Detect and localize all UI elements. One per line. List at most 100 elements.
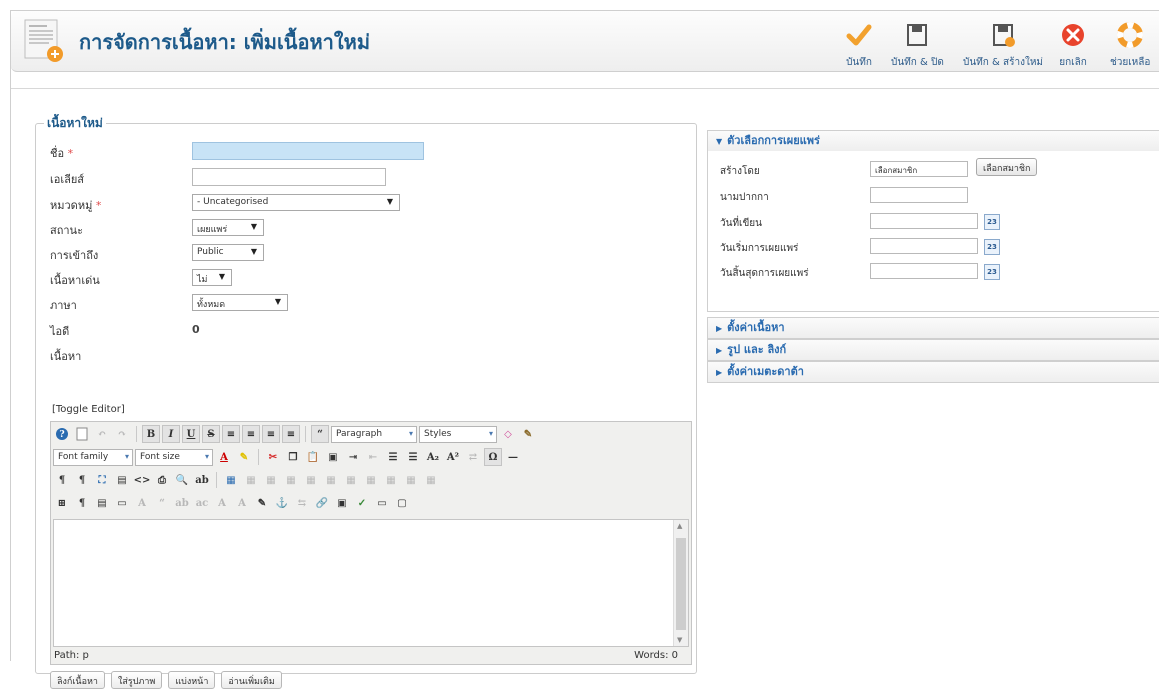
text-color-icon[interactable]: A: [215, 448, 233, 466]
paragraph-ltr-icon[interactable]: ¶: [53, 471, 71, 489]
unlink-icon[interactable]: ⇆: [293, 494, 311, 512]
table-icon[interactable]: ▦: [222, 471, 240, 489]
text-direction-icon[interactable]: ⇄: [464, 448, 482, 466]
blockquote-icon[interactable]: “: [311, 425, 329, 443]
split-cells-icon[interactable]: ▦: [422, 471, 440, 489]
publishing-options-header[interactable]: ▼ ตัวเลือกการเผยแพร่: [708, 131, 1159, 151]
anchor-icon[interactable]: ⚓: [273, 494, 291, 512]
code-icon[interactable]: <>: [133, 471, 151, 489]
scroll-up-icon[interactable]: ▲: [677, 522, 682, 530]
save-close-button[interactable]: บันทึก & ปิด: [891, 21, 944, 70]
find-icon[interactable]: 🔍: [173, 471, 191, 489]
scroll-down-icon[interactable]: ▼: [677, 636, 682, 644]
ins-icon[interactable]: A: [233, 494, 251, 512]
print-icon[interactable]: ⎙: [153, 471, 171, 489]
image-icon[interactable]: ▣: [333, 494, 351, 512]
table-row-props-icon[interactable]: ▦: [242, 471, 260, 489]
strikethrough-icon[interactable]: S: [202, 425, 220, 443]
align-left-icon[interactable]: ≡: [222, 425, 240, 443]
indent-icon[interactable]: ⇥: [344, 448, 362, 466]
language-select[interactable]: ทั้งหมด ▼: [192, 294, 288, 311]
undo-icon[interactable]: ↶: [93, 425, 111, 443]
preview-icon[interactable]: ▤: [113, 471, 131, 489]
redo-icon[interactable]: ↷: [113, 425, 131, 443]
cut-icon[interactable]: ✂: [264, 448, 282, 466]
font-family-select[interactable]: Font family ▾: [53, 448, 133, 466]
format-select[interactable]: Paragraph ▾: [331, 425, 417, 443]
show-blocks-icon[interactable]: ¶: [73, 494, 91, 512]
created-alias-input[interactable]: [870, 187, 968, 203]
publish-down-input[interactable]: [870, 263, 978, 279]
spellcheck-icon[interactable]: ✓: [353, 494, 371, 512]
scroll-thumb[interactable]: [676, 538, 686, 630]
subscript-icon[interactable]: A₂: [424, 448, 442, 466]
access-select[interactable]: Public ▼: [192, 244, 264, 261]
save-button[interactable]: บันทึก: [845, 21, 873, 70]
insert-image-button[interactable]: ใส่รูปภาพ: [110, 671, 163, 689]
insert-row-after-icon[interactable]: ▦: [302, 471, 320, 489]
content-settings-header[interactable]: ▶ ตั้งค่าเนื้อหา: [708, 318, 1159, 338]
title-input[interactable]: [192, 142, 424, 160]
images-links-header[interactable]: ▶ รูป และ ลิงก์: [708, 340, 1159, 360]
replace-icon[interactable]: ab: [193, 471, 211, 489]
horizontal-rule-icon[interactable]: —: [504, 448, 522, 466]
unordered-list-icon[interactable]: ☰: [404, 448, 422, 466]
created-by-input[interactable]: เลือกสมาชิก: [870, 161, 968, 177]
ordered-list-icon[interactable]: ☰: [384, 448, 402, 466]
article-link-button[interactable]: ลิงก์เนื้อหา: [50, 671, 105, 689]
styles-select[interactable]: Styles ▾: [419, 425, 497, 443]
delete-col-icon[interactable]: ▦: [382, 471, 400, 489]
special-char-icon[interactable]: Ω: [484, 448, 502, 466]
link-icon[interactable]: 🔗: [313, 494, 331, 512]
select-user-button[interactable]: เลือกสมาชิก: [976, 158, 1038, 176]
help-circle-icon[interactable]: ?: [53, 425, 71, 443]
insert-layer-icon[interactable]: ▭: [113, 494, 131, 512]
alias-input[interactable]: [192, 168, 386, 186]
featured-select[interactable]: ไม่ ▼: [192, 269, 232, 286]
calendar-icon[interactable]: 23: [984, 239, 1000, 255]
read-more-button[interactable]: อ่านเพิ่มเติม: [221, 671, 282, 689]
template-icon[interactable]: ▤: [93, 494, 111, 512]
abbr-icon[interactable]: ab: [173, 494, 191, 512]
status-select[interactable]: เผยแพร่ ▼: [192, 219, 264, 236]
font-size-select[interactable]: Font size ▾: [135, 448, 213, 466]
del-icon[interactable]: A: [213, 494, 231, 512]
editor-text-area[interactable]: ▲ ▼: [53, 519, 689, 647]
category-select[interactable]: - Uncategorised ▼: [192, 194, 400, 211]
visual-aid-icon[interactable]: ⊞: [53, 494, 71, 512]
align-right-icon[interactable]: ≡: [262, 425, 280, 443]
table-cell-props-icon[interactable]: ▦: [262, 471, 280, 489]
insert-row-before-icon[interactable]: ▦: [282, 471, 300, 489]
underline-icon[interactable]: U: [182, 425, 200, 443]
copy-icon[interactable]: ❐: [284, 448, 302, 466]
highlight-color-icon[interactable]: ✎: [235, 448, 253, 466]
new-document-icon[interactable]: [73, 425, 91, 443]
created-date-input[interactable]: [870, 213, 978, 229]
delete-row-icon[interactable]: ▦: [322, 471, 340, 489]
align-justify-icon[interactable]: ≡: [282, 425, 300, 443]
eraser-icon[interactable]: ◇: [499, 425, 517, 443]
save-new-button[interactable]: บันทึก & สร้างใหม่: [963, 21, 1043, 70]
metadata-header[interactable]: ▶ ตั้งค่าเมตะดาต้า: [708, 362, 1159, 382]
cleanup-icon[interactable]: ✎: [519, 425, 537, 443]
bold-icon[interactable]: B: [142, 425, 160, 443]
paste-text-icon[interactable]: ▣: [324, 448, 342, 466]
cite-icon[interactable]: “: [153, 494, 171, 512]
merge-cells-icon[interactable]: ▦: [402, 471, 420, 489]
page-break-button[interactable]: แบ่งหน้า: [168, 671, 216, 689]
form-input-icon[interactable]: ▭: [373, 494, 391, 512]
attribs-icon[interactable]: ✎: [253, 494, 271, 512]
paragraph-rtl-icon[interactable]: ¶: [73, 471, 91, 489]
calendar-icon[interactable]: 23: [984, 214, 1000, 230]
cancel-button[interactable]: ยกเลิก: [1059, 21, 1087, 70]
editor-scrollbar[interactable]: ▲ ▼: [673, 520, 688, 646]
acronym-icon[interactable]: ac: [193, 494, 211, 512]
align-center-icon[interactable]: ≡: [242, 425, 260, 443]
publish-up-input[interactable]: [870, 238, 978, 254]
paste-icon[interactable]: 📋: [304, 448, 322, 466]
calendar-icon[interactable]: 23: [984, 264, 1000, 280]
outdent-icon[interactable]: ⇤: [364, 448, 382, 466]
insert-col-after-icon[interactable]: ▦: [362, 471, 380, 489]
style-props-icon[interactable]: A: [133, 494, 151, 512]
toggle-editor-link[interactable]: [Toggle Editor]: [52, 404, 125, 415]
